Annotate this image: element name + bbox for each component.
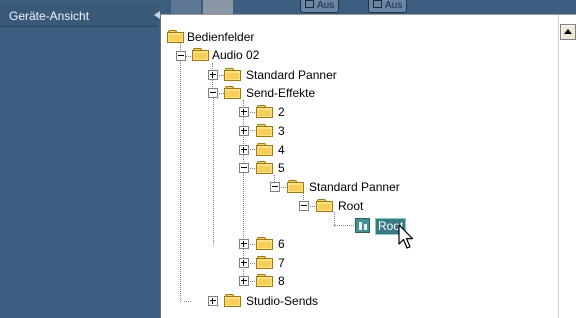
box-icon <box>373 0 382 8</box>
tree-popup: Bedienfelder Audio 02 Standard Panner Se… <box>160 14 576 318</box>
tree-line <box>213 97 214 245</box>
folder-icon <box>224 68 241 81</box>
off-button-1[interactable]: Aus <box>300 0 340 13</box>
tree-node-label: 2 <box>278 105 285 119</box>
tree-node-label: 5 <box>278 161 285 175</box>
folder-icon <box>287 180 304 193</box>
collapse-icon[interactable] <box>239 163 249 173</box>
folder-icon <box>224 86 241 99</box>
tree-node-label: Root <box>338 199 364 213</box>
folder-icon <box>224 294 241 307</box>
off-button-2-label: Aus <box>385 0 403 11</box>
folder-icon <box>256 256 273 269</box>
tree-node-label: 4 <box>278 143 285 157</box>
scroll-up-button[interactable] <box>560 24 576 40</box>
expand-icon[interactable] <box>239 276 249 286</box>
device-view-label: Geräte-Ansicht <box>9 9 90 23</box>
vertical-scrollbar[interactable] <box>558 15 576 318</box>
collapse-icon[interactable] <box>299 201 309 211</box>
collapse-icon[interactable] <box>176 51 186 61</box>
tree-node-label: 8 <box>278 274 285 288</box>
tree-line <box>334 212 335 225</box>
folder-icon <box>256 143 273 156</box>
expand-icon[interactable] <box>208 296 218 306</box>
mouse-cursor-icon <box>398 224 414 249</box>
folder-icon <box>316 199 333 212</box>
off-button-2[interactable]: Aus <box>368 0 408 13</box>
tree-node-label: 6 <box>278 237 285 251</box>
tree-node-label: Audio 02 <box>212 48 260 62</box>
folder-icon <box>256 105 273 118</box>
folder-icon <box>256 124 273 137</box>
expand-icon[interactable] <box>208 70 218 80</box>
left-panel: Geräte-Ansicht <box>0 0 168 318</box>
expand-icon[interactable] <box>239 258 249 268</box>
tree-node-label: Send-Effekte <box>246 86 316 100</box>
expand-icon[interactable] <box>239 239 249 249</box>
tree-node-label: Standard Panner <box>309 180 400 194</box>
parameter-icon <box>355 218 370 233</box>
toolbar-block <box>171 0 201 14</box>
toolbar-block-gray <box>203 0 233 14</box>
folder-icon <box>256 161 273 174</box>
tree-node-label: Standard Panner <box>246 68 337 82</box>
tree-node-label: 7 <box>278 256 285 270</box>
folder-icon <box>256 274 273 287</box>
box-icon <box>305 0 314 8</box>
folder-icon <box>167 30 184 43</box>
tree-line <box>180 39 181 302</box>
device-view-item[interactable]: Geräte-Ansicht <box>0 4 158 27</box>
tree-line <box>334 225 354 226</box>
expand-icon[interactable] <box>239 107 249 117</box>
collapse-icon[interactable] <box>270 182 280 192</box>
folder-icon <box>256 237 273 250</box>
off-button-1-label: Aus <box>317 0 335 11</box>
folder-icon <box>192 48 209 61</box>
tree-line <box>184 301 191 302</box>
tree-node-label: Bedienfelder <box>187 30 255 44</box>
expand-icon[interactable] <box>239 145 249 155</box>
expand-icon[interactable] <box>239 126 249 136</box>
collapse-icon[interactable] <box>208 88 218 98</box>
tree-node-label: 3 <box>278 124 285 138</box>
tree-node-label: Studio-Sends <box>246 294 319 308</box>
app-window: Geräte-Ansicht Aus Aus Bedienfelder Audi… <box>0 0 576 318</box>
